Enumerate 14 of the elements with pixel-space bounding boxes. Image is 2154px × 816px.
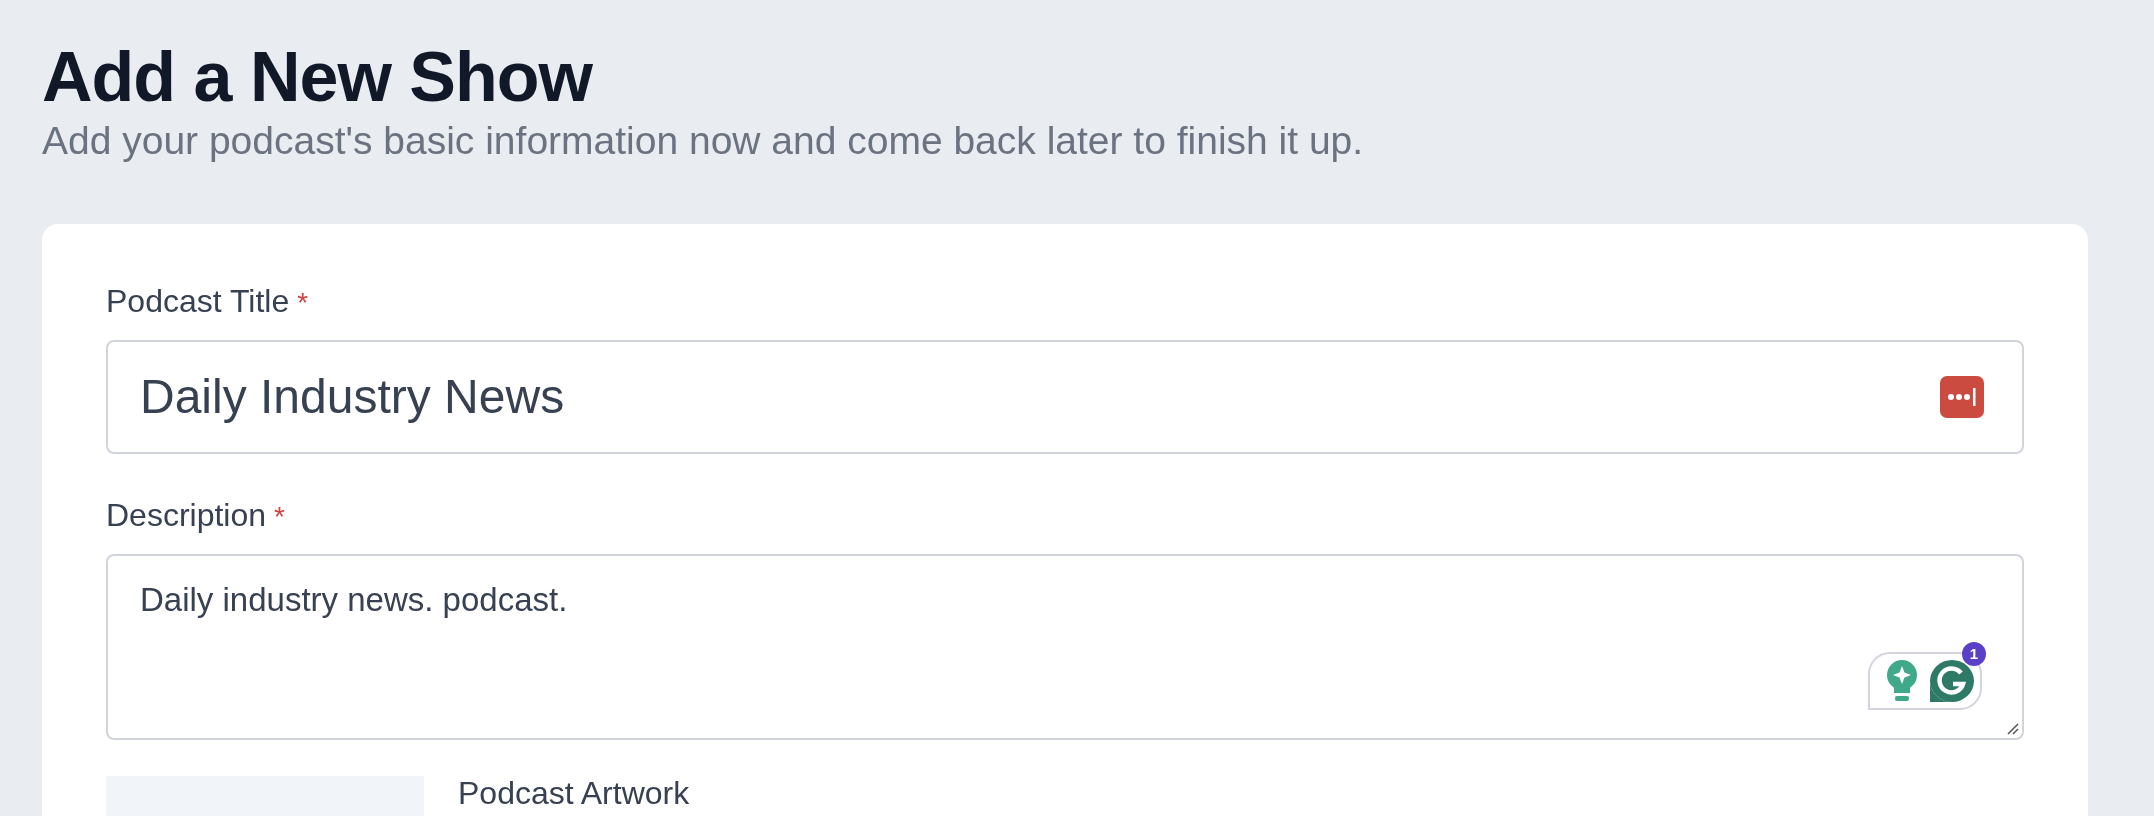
page-subtitle: Add your podcast's basic information now and come back later to finish it up. [42,118,1365,164]
field-label: Description [106,498,267,532]
resize-handle-icon[interactable] [2005,721,2019,735]
required-asterisk: * [274,500,285,534]
page-title: Add a New Show [42,38,594,116]
description-text-area[interactable]: Daily industry news. podcast. 1 [106,554,2024,740]
password-manager-icon[interactable] [1940,376,1984,418]
lightbulb-icon[interactable] [1886,659,1918,703]
g-logo-icon[interactable] [1930,660,1974,702]
artwork-label: Podcast Artwork [458,776,690,813]
field-label: Podcast Title [106,284,290,318]
required-asterisk: * [297,286,309,320]
notification-badge: 1 [1962,642,1986,666]
title-input-field[interactable]: Daily Industry News [106,340,2024,454]
